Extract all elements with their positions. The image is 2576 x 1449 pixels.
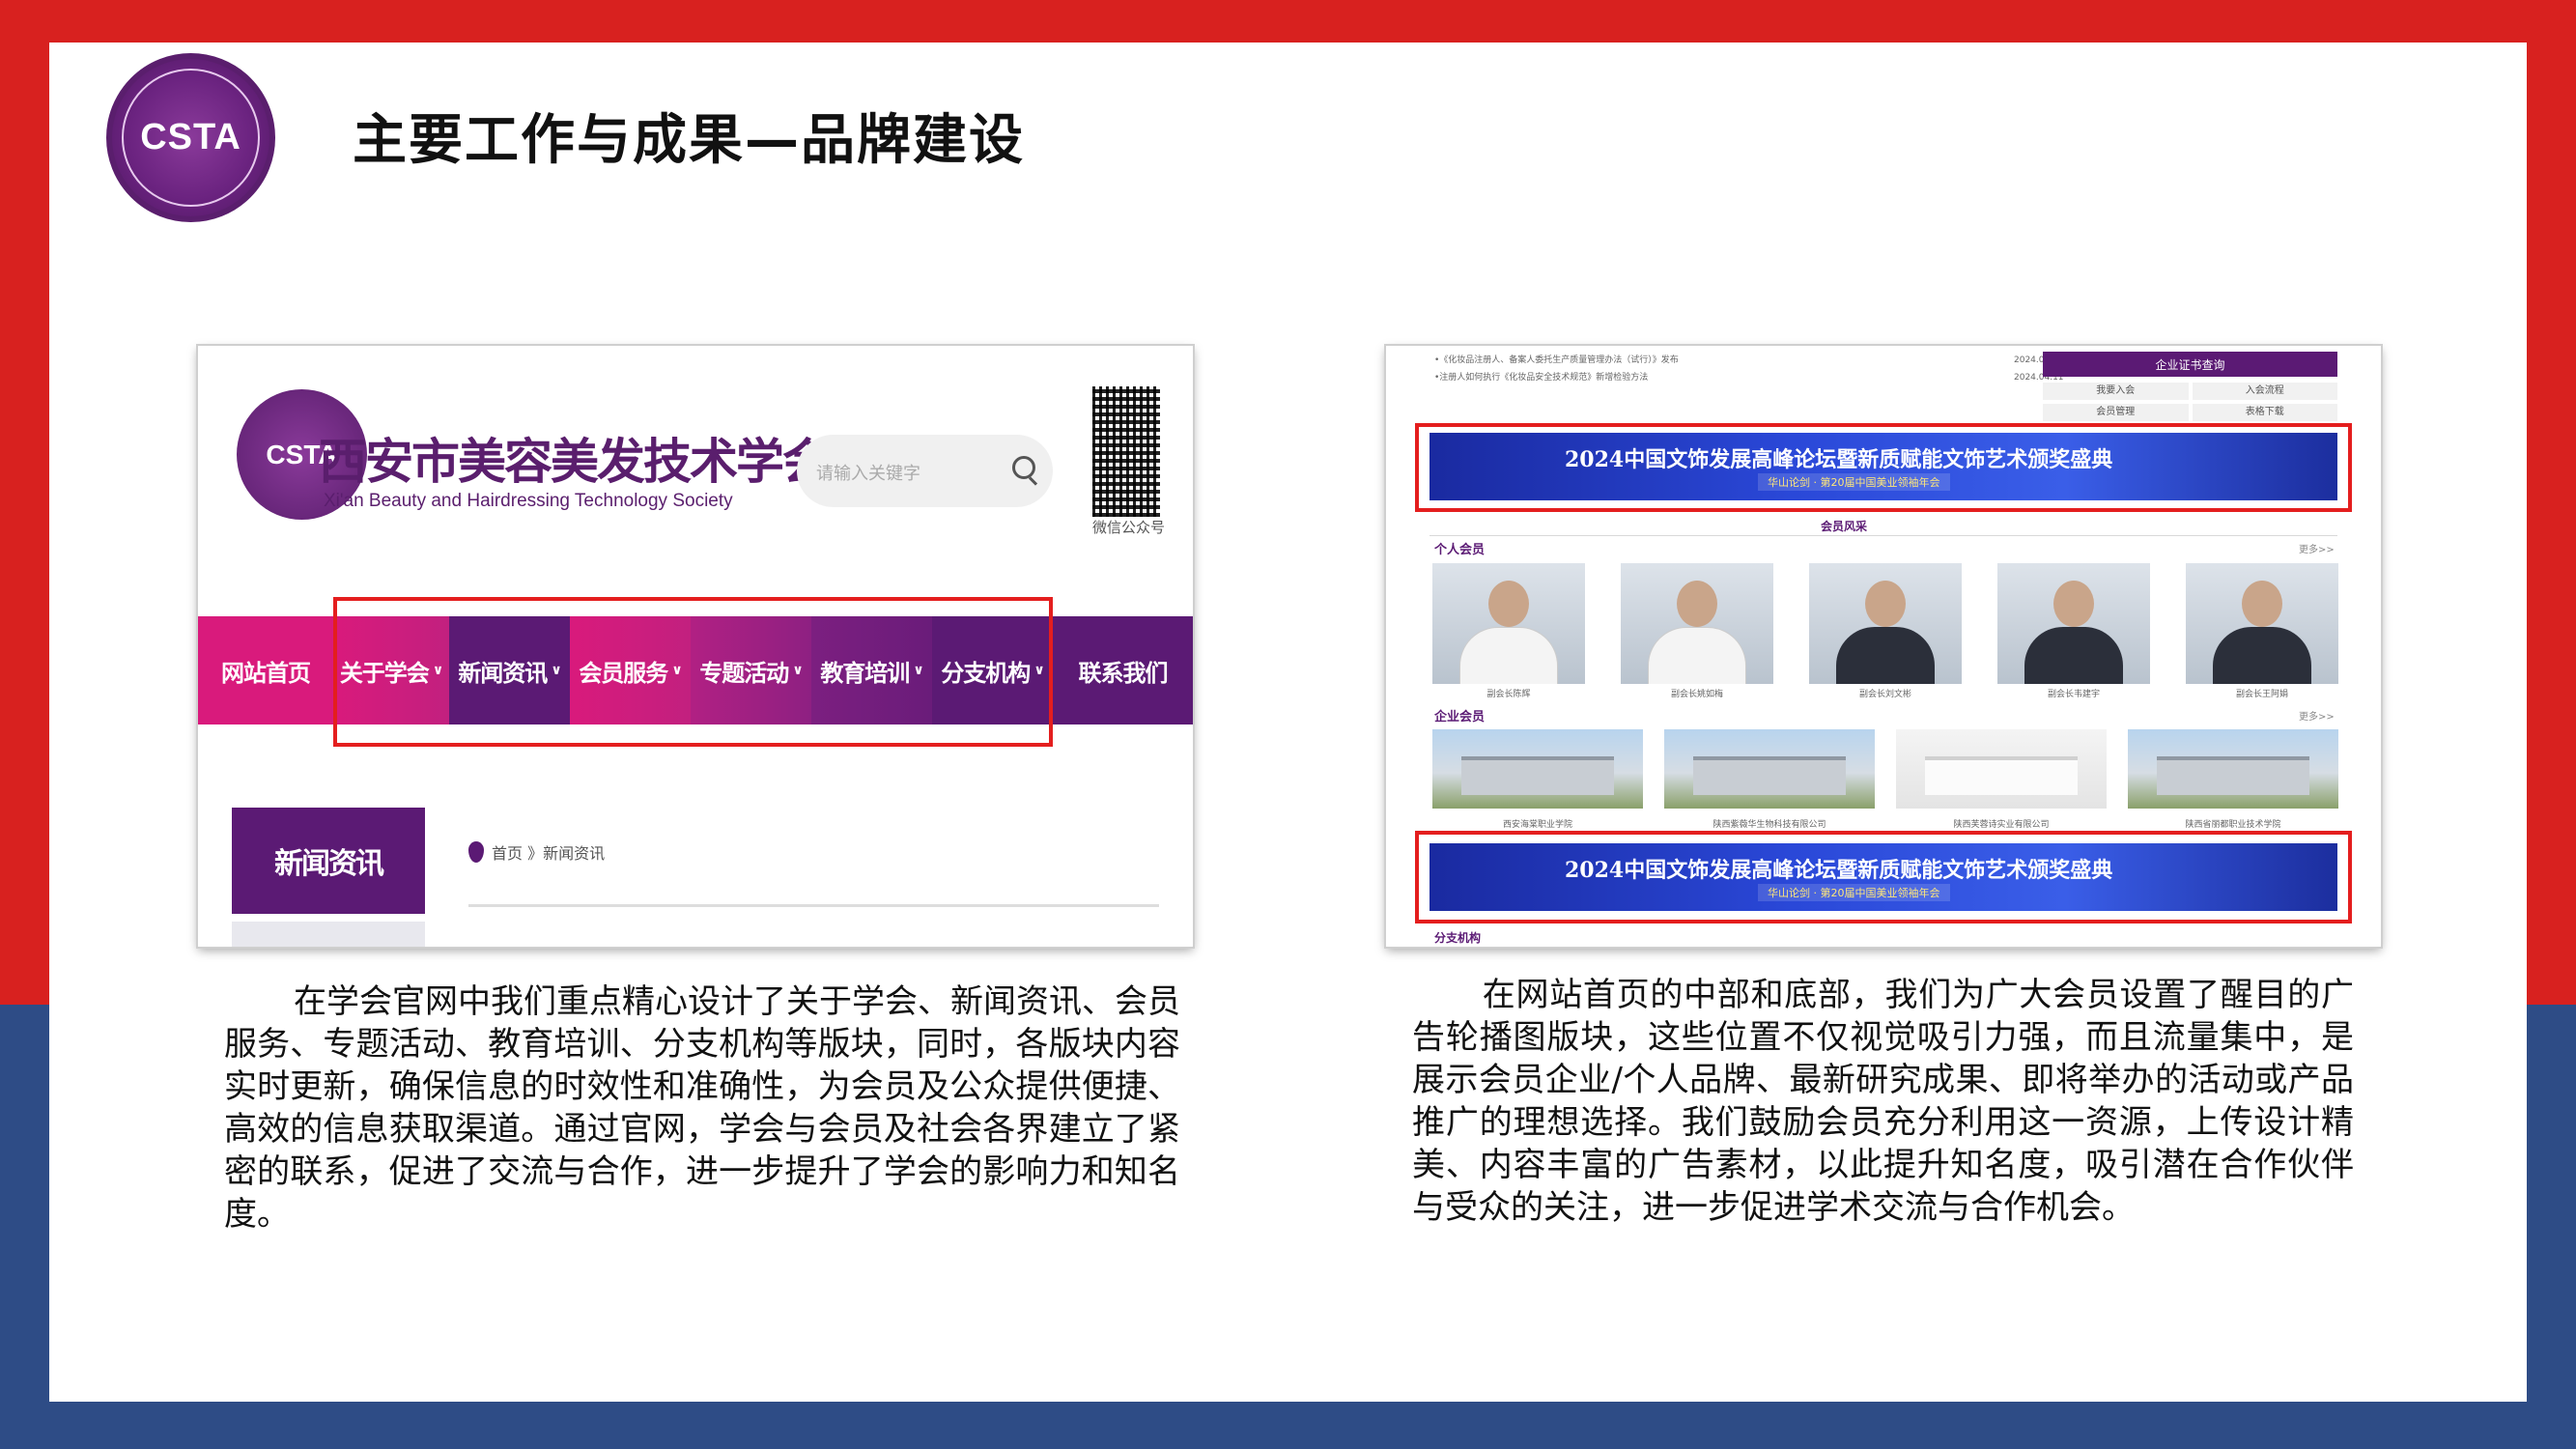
person-head [2053,581,2094,627]
news-item[interactable]: •《化妆品注册人、备案人委托生产质量管理办法（试行）》发布 2024.04.20 [1434,352,2064,369]
section-divider [1430,535,2337,536]
company-caption: 陕西芙蓉诗实业有限公司 [1953,820,2050,830]
news-list: •《化妆品注册人、备案人委托生产质量管理办法（试行）》发布 2024.04.20 … [1434,352,2064,386]
member-caption: 副会长陈辉 [1486,690,1531,699]
member-caption: 副会长王阿娟 [2235,690,2288,699]
logo-text: CSTA [140,117,241,157]
member-photo[interactable] [2186,563,2338,684]
highlight-box-nav [333,597,1053,747]
member-caption: 副会长韦建宇 [2047,690,2100,699]
search-icon[interactable] [1012,456,1035,479]
more-link[interactable]: 更多>> [2299,541,2335,555]
link-join-process[interactable]: 入会流程 [2192,383,2337,400]
description-left: 在学会官网中我们重点精心设计了关于学会、新闻资讯、会员服务、专题活动、教育培训、… [224,980,1180,1236]
enterprise-members-title: 企业会员 [1434,710,1486,724]
wechat-qr: 微信公众号 [1092,386,1165,536]
description-right-text: 在网站首页的中部和底部，我们为广大会员设置了醒目的广告轮播图版块，这些位置不仅视… [1412,976,2354,1227]
site-name-en: Xi'an Beauty and Hairdressing Technology… [324,491,733,511]
person-head [1677,581,1717,627]
company-photo[interactable] [1432,729,1643,809]
branches-title: 分支机构 [1434,931,1482,945]
building-shape [1461,756,1614,795]
company-photo[interactable] [2128,729,2338,809]
more-link[interactable]: 更多>> [2299,708,2335,723]
person-body [1459,627,1558,684]
member-caption: 副会长姚如梅 [1670,690,1723,699]
person-body [2024,627,2123,684]
breadcrumb: 首页 》新闻资讯 [468,840,605,864]
link-join[interactable]: 我要入会 [2043,383,2189,400]
description-left-text: 在学会官网中我们重点精心设计了关于学会、新闻资讯、会员服务、专题活动、教育培训、… [224,982,1180,1234]
person-head [1488,581,1529,627]
site-name: 西安市美容美发技术学会 [319,434,831,490]
person-body [2213,627,2311,684]
search-input[interactable]: 请输入关键字 [797,435,1053,507]
nav-label: 网站首页 [221,659,311,687]
description-right: 在网站首页的中部和底部，我们为广大会员设置了醒目的广告轮播图版块，这些位置不仅视… [1412,974,2354,1229]
news-title: •注册人如何执行《化妆品安全技术规范》新增检验方法 [1434,373,1649,383]
content-divider [468,904,1159,907]
qr-code-icon [1092,386,1160,517]
cert-links: 我要入会 入会流程 会员管理 表格下载 [2043,383,2337,421]
website-homepage-screenshot: •《化妆品注册人、备案人委托生产质量管理办法（试行）》发布 2024.04.20 … [1386,346,2381,947]
page-title: 主要工作与成果—品牌建设 [353,109,1025,172]
nav-item-contact[interactable]: 联系我们 [1053,616,1193,724]
breadcrumb-text: 首页 》新闻资讯 [492,844,606,863]
members-title: 会员风采 [1821,520,1868,533]
sidebar-tab-next [232,922,425,947]
news-title: •《化妆品注册人、备案人委托生产质量管理办法（试行）》发布 [1434,355,1679,365]
news-item[interactable]: •注册人如何执行《化妆品安全技术规范》新增检验方法 2024.04.11 [1434,369,2064,386]
member-photo[interactable] [1432,563,1585,684]
building-shape [2157,756,2309,795]
highlight-box-banner-bottom [1415,831,2352,923]
person-body [1648,627,1746,684]
company-caption: 陕西紫薇华生物科技有限公司 [1713,820,1826,830]
link-form-download[interactable]: 表格下载 [2192,404,2337,421]
nav-item-home[interactable]: 网站首页 [198,616,333,724]
member-caption: 副会长刘文彬 [1858,690,1911,699]
search-placeholder: 请输入关键字 [816,464,920,484]
nav-label: 联系我们 [1078,659,1169,687]
individual-members-title: 个人会员 [1434,543,1486,557]
highlight-box-banner-top [1415,423,2352,512]
location-pin-icon [468,841,484,863]
company-photo[interactable] [1664,729,1875,809]
company-caption: 陕西省丽都职业技术学院 [2185,820,2281,830]
qr-label: 微信公众号 [1092,519,1166,536]
cert-query-button[interactable]: 企业证书查询 [2043,352,2337,377]
building-shape [1693,756,1846,795]
building-shape [1925,756,2078,795]
member-photo[interactable] [1809,563,1962,684]
person-head [1865,581,1906,627]
website-header-screenshot: CSTA 西安市美容美发技术学会 Xi'an Beauty and Hairdr… [198,346,1193,947]
company-caption: 西安海棠职业学院 [1502,820,1572,830]
sidebar-tab-news[interactable]: 新闻资讯 [232,808,425,914]
member-photo[interactable] [1997,563,2150,684]
person-head [2242,581,2282,627]
csta-logo: CSTA [106,53,275,222]
link-member-manage[interactable]: 会员管理 [2043,404,2189,421]
company-photo[interactable] [1896,729,2107,809]
member-photo[interactable] [1621,563,1773,684]
person-body [1836,627,1935,684]
